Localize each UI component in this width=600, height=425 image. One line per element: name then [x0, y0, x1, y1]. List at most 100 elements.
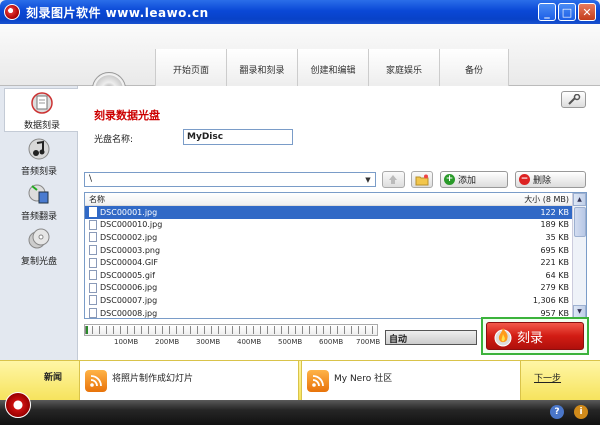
table-row[interactable]: DSC00007.jpg 1,306 KB: [85, 294, 586, 307]
burn-button-frame: 刻录: [481, 317, 589, 355]
table-row[interactable]: DSC00005.gif 64 KB: [85, 269, 586, 282]
scroll-thumb[interactable]: [574, 207, 586, 237]
folder-up-button[interactable]: [382, 171, 405, 188]
tab-start-page[interactable]: 开始页面: [156, 49, 227, 89]
file-name-cell: DSC00008.jpg: [89, 308, 157, 318]
capacity-label: 100MB: [114, 338, 139, 346]
column-name-header[interactable]: 名称: [89, 194, 105, 205]
file-name: DSC00004.GIF: [100, 258, 158, 268]
file-icon: [89, 282, 97, 293]
status-bar: [0, 400, 600, 425]
plus-icon: +: [444, 174, 455, 185]
tab-rip-burn[interactable]: 翻录和刻录: [227, 49, 298, 89]
file-name-cell: DSC00004.GIF: [89, 257, 158, 268]
minimize-button[interactable]: _: [538, 3, 556, 21]
file-name-cell: DSC00001.jpg: [89, 207, 158, 218]
file-name: DSC00008.jpg: [100, 308, 158, 318]
file-name: DSC00001.jpg: [100, 207, 158, 217]
disc-name-input[interactable]: MyDisc: [183, 129, 293, 145]
disc-name-label: 光盘名称:: [94, 135, 134, 145]
scroll-up-icon[interactable]: ▲: [573, 193, 586, 206]
vertical-scrollbar[interactable]: ▲ ▼: [572, 193, 586, 318]
sidebar: 数据刻录 音频刻录 音频翻录 复制光盘: [0, 86, 79, 360]
tab-backup[interactable]: 备份: [440, 49, 509, 89]
maximize-button[interactable]: □: [558, 3, 576, 21]
column-size-header[interactable]: 大小 (8 MB): [524, 194, 569, 205]
file-name: DSC00003.png: [100, 245, 161, 255]
sidebar-item-data-burn[interactable]: 数据刻录: [4, 88, 79, 132]
page-title: 刻录数据光盘: [94, 109, 160, 122]
window-title: 刻录图片软件 www.leawo.cn: [26, 5, 209, 20]
burn-label: 刻录: [517, 330, 544, 346]
file-name: DSC00002.jpg: [100, 232, 158, 242]
table-row[interactable]: DSC00002.jpg 35 KB: [85, 231, 586, 244]
speed-select[interactable]: 自动: [385, 330, 477, 345]
capacity-ticks: [85, 326, 377, 334]
table-row[interactable]: DSC00003.png 695 KB: [85, 244, 586, 257]
file-name: DSC000010.jpg: [100, 220, 163, 230]
next-link[interactable]: 下一步: [534, 371, 561, 384]
news-card-community[interactable]: My Nero 社区: [301, 361, 521, 401]
capacity-label: 200MB: [155, 338, 180, 346]
disc-fire-icon: [494, 328, 512, 347]
table-row[interactable]: DSC00004.GIF 221 KB: [85, 256, 586, 269]
tab-home-entertainment[interactable]: 家庭娱乐: [369, 49, 440, 89]
news-label: 新闻: [44, 373, 63, 383]
file-name: DSC00007.jpg: [100, 295, 158, 305]
file-list[interactable]: 名称 大小 (8 MB) DSC00001.jpg 122 KB DSC000010…: [84, 192, 587, 319]
new-folder-button[interactable]: [411, 171, 433, 188]
file-name: DSC00005.gif: [100, 270, 155, 280]
file-icon: [89, 245, 97, 256]
help-button[interactable]: ?: [550, 405, 564, 419]
file-list-header: 名称 大小 (8 MB): [85, 193, 586, 206]
folder-up-icon: [389, 175, 397, 184]
file-name-cell: DSC00005.gif: [89, 270, 155, 281]
copy-disc-icon: [27, 227, 51, 251]
file-size: 122 KB: [540, 207, 569, 217]
sidebar-item-copy-disc[interactable]: 复制光盘: [4, 223, 74, 267]
file-name-cell: DSC00007.jpg: [89, 295, 158, 306]
news-card-slideshow[interactable]: 将照片制作成幻灯片: [79, 361, 299, 401]
news-link[interactable]: My Nero 社区: [334, 371, 392, 384]
capacity-label: 500MB: [278, 338, 303, 346]
table-row[interactable]: DSC00006.jpg 279 KB: [85, 282, 586, 295]
sidebar-item-audio-burn[interactable]: 音频刻录: [4, 133, 74, 177]
file-size: 189 KB: [540, 220, 569, 230]
file-size: 35 KB: [545, 232, 569, 242]
burn-button[interactable]: 刻录: [486, 322, 584, 350]
options-button[interactable]: [561, 91, 586, 108]
sidebar-item-label: 音频翻录: [20, 212, 57, 222]
nero-logo-icon[interactable]: [5, 392, 31, 418]
file-size: 279 KB: [540, 283, 569, 293]
chevron-down-icon[interactable]: ▼: [362, 174, 374, 185]
file-name-cell: DSC00003.png: [89, 245, 161, 256]
title-bar[interactable]: 刻录图片软件 www.leawo.cn _ □ ✕: [0, 0, 600, 24]
sidebar-item-audio-rip[interactable]: 音频翻录: [4, 178, 74, 222]
capacity-label: 400MB: [237, 338, 262, 346]
path-combo[interactable]: \ ▼: [84, 172, 376, 187]
news-link[interactable]: 将照片制作成幻灯片: [112, 371, 193, 384]
table-row[interactable]: DSC000010.jpg 189 KB: [85, 219, 586, 232]
delete-button[interactable]: − 删除: [515, 171, 586, 188]
wrench-icon: [567, 93, 580, 105]
file-icon: [89, 207, 97, 218]
capacity-label: 300MB: [196, 338, 221, 346]
file-icon: [89, 308, 97, 318]
capacity-bar: [84, 324, 378, 336]
file-name: DSC00006.jpg: [100, 283, 158, 293]
add-label: 添加: [458, 176, 477, 186]
table-row[interactable]: DSC00001.jpg 122 KB: [85, 206, 586, 219]
add-button[interactable]: + 添加: [440, 171, 508, 188]
file-name-cell: DSC00002.jpg: [89, 232, 158, 243]
music-note-icon: [27, 137, 51, 161]
nav-tabs: 开始页面 翻录和刻录 创建和编辑 家庭娱乐 备份: [155, 49, 509, 89]
capacity-labels: 100MB 200MB 300MB 400MB 500MB 600MB 700M…: [84, 338, 380, 348]
close-button[interactable]: ✕: [578, 3, 596, 21]
sidebar-item-label: 数据刻录: [23, 121, 60, 131]
file-icon: [89, 232, 97, 243]
info-button[interactable]: i: [574, 405, 588, 419]
file-icon: [89, 219, 97, 230]
capacity-label: 600MB: [319, 338, 344, 346]
file-name-cell: DSC000010.jpg: [89, 219, 163, 230]
tab-create-edit[interactable]: 创建和编辑: [298, 49, 369, 89]
